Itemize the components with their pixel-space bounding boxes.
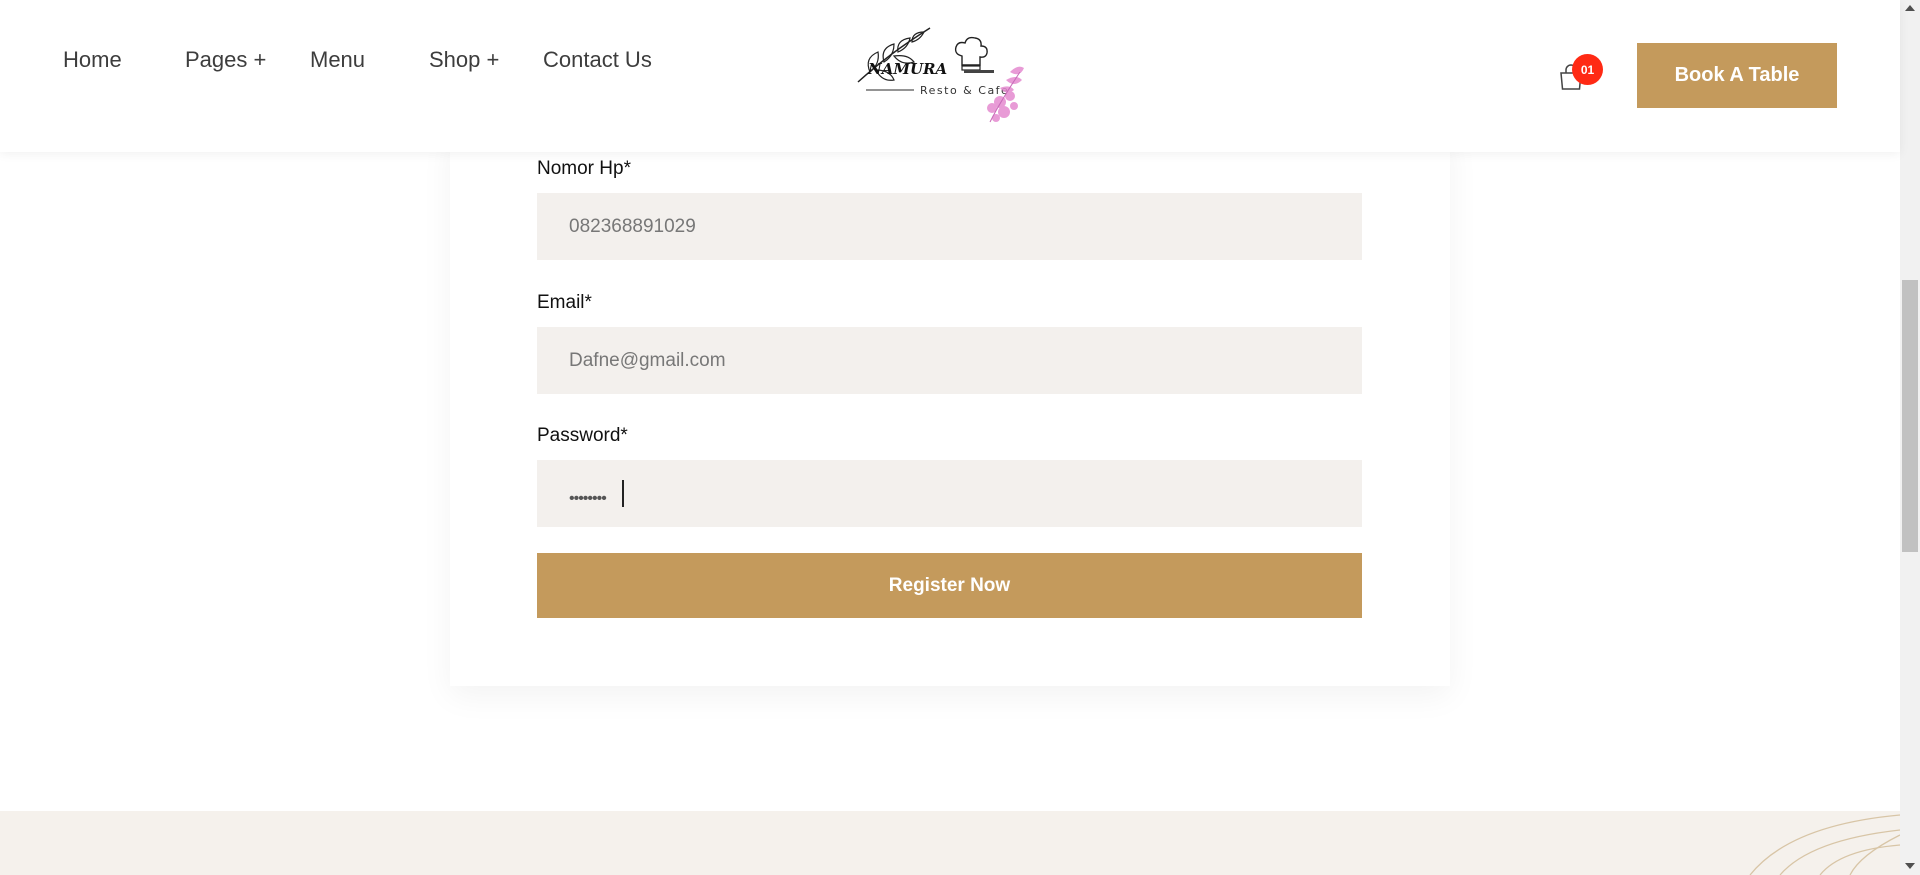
phone-label: Nomor Hp* (537, 158, 631, 179)
email-field[interactable] (537, 327, 1362, 394)
svg-text:NAMURA: NAMURA (867, 60, 947, 78)
text-cursor (622, 480, 624, 507)
password-label: Password* (537, 425, 628, 446)
logo-graphic: NAMURA Resto & Cafe (857, 27, 1024, 123)
scroll-down-arrow-icon[interactable] (1905, 863, 1915, 869)
leaf-decoration-icon (1749, 814, 1900, 875)
password-field[interactable] (537, 460, 1362, 527)
nav-pages[interactable]: Pages + (185, 47, 266, 73)
phone-field[interactable] (537, 193, 1362, 260)
footer-section (0, 811, 1900, 875)
book-a-table-button[interactable]: Book A Table (1637, 43, 1837, 108)
register-now-button[interactable]: Register Now (537, 553, 1362, 618)
site-logo[interactable]: NAMURA Resto & Cafe (850, 22, 1060, 130)
nav-contact-us[interactable]: Contact Us (543, 47, 652, 73)
site-header: Home Pages + Menu Shop + Contact Us NAMU… (0, 0, 1900, 152)
nav-home[interactable]: Home (63, 47, 122, 73)
nav-menu[interactable]: Menu (310, 47, 365, 73)
scrollbar-thumb[interactable] (1902, 280, 1918, 552)
cart-count-badge: 01 (1572, 54, 1603, 85)
password-value: •••••••• (569, 490, 607, 507)
email-label: Email* (537, 292, 592, 313)
scroll-up-arrow-icon[interactable] (1905, 5, 1915, 11)
svg-text:Resto & Cafe: Resto & Cafe (920, 84, 1009, 97)
nav-shop[interactable]: Shop + (429, 47, 499, 73)
